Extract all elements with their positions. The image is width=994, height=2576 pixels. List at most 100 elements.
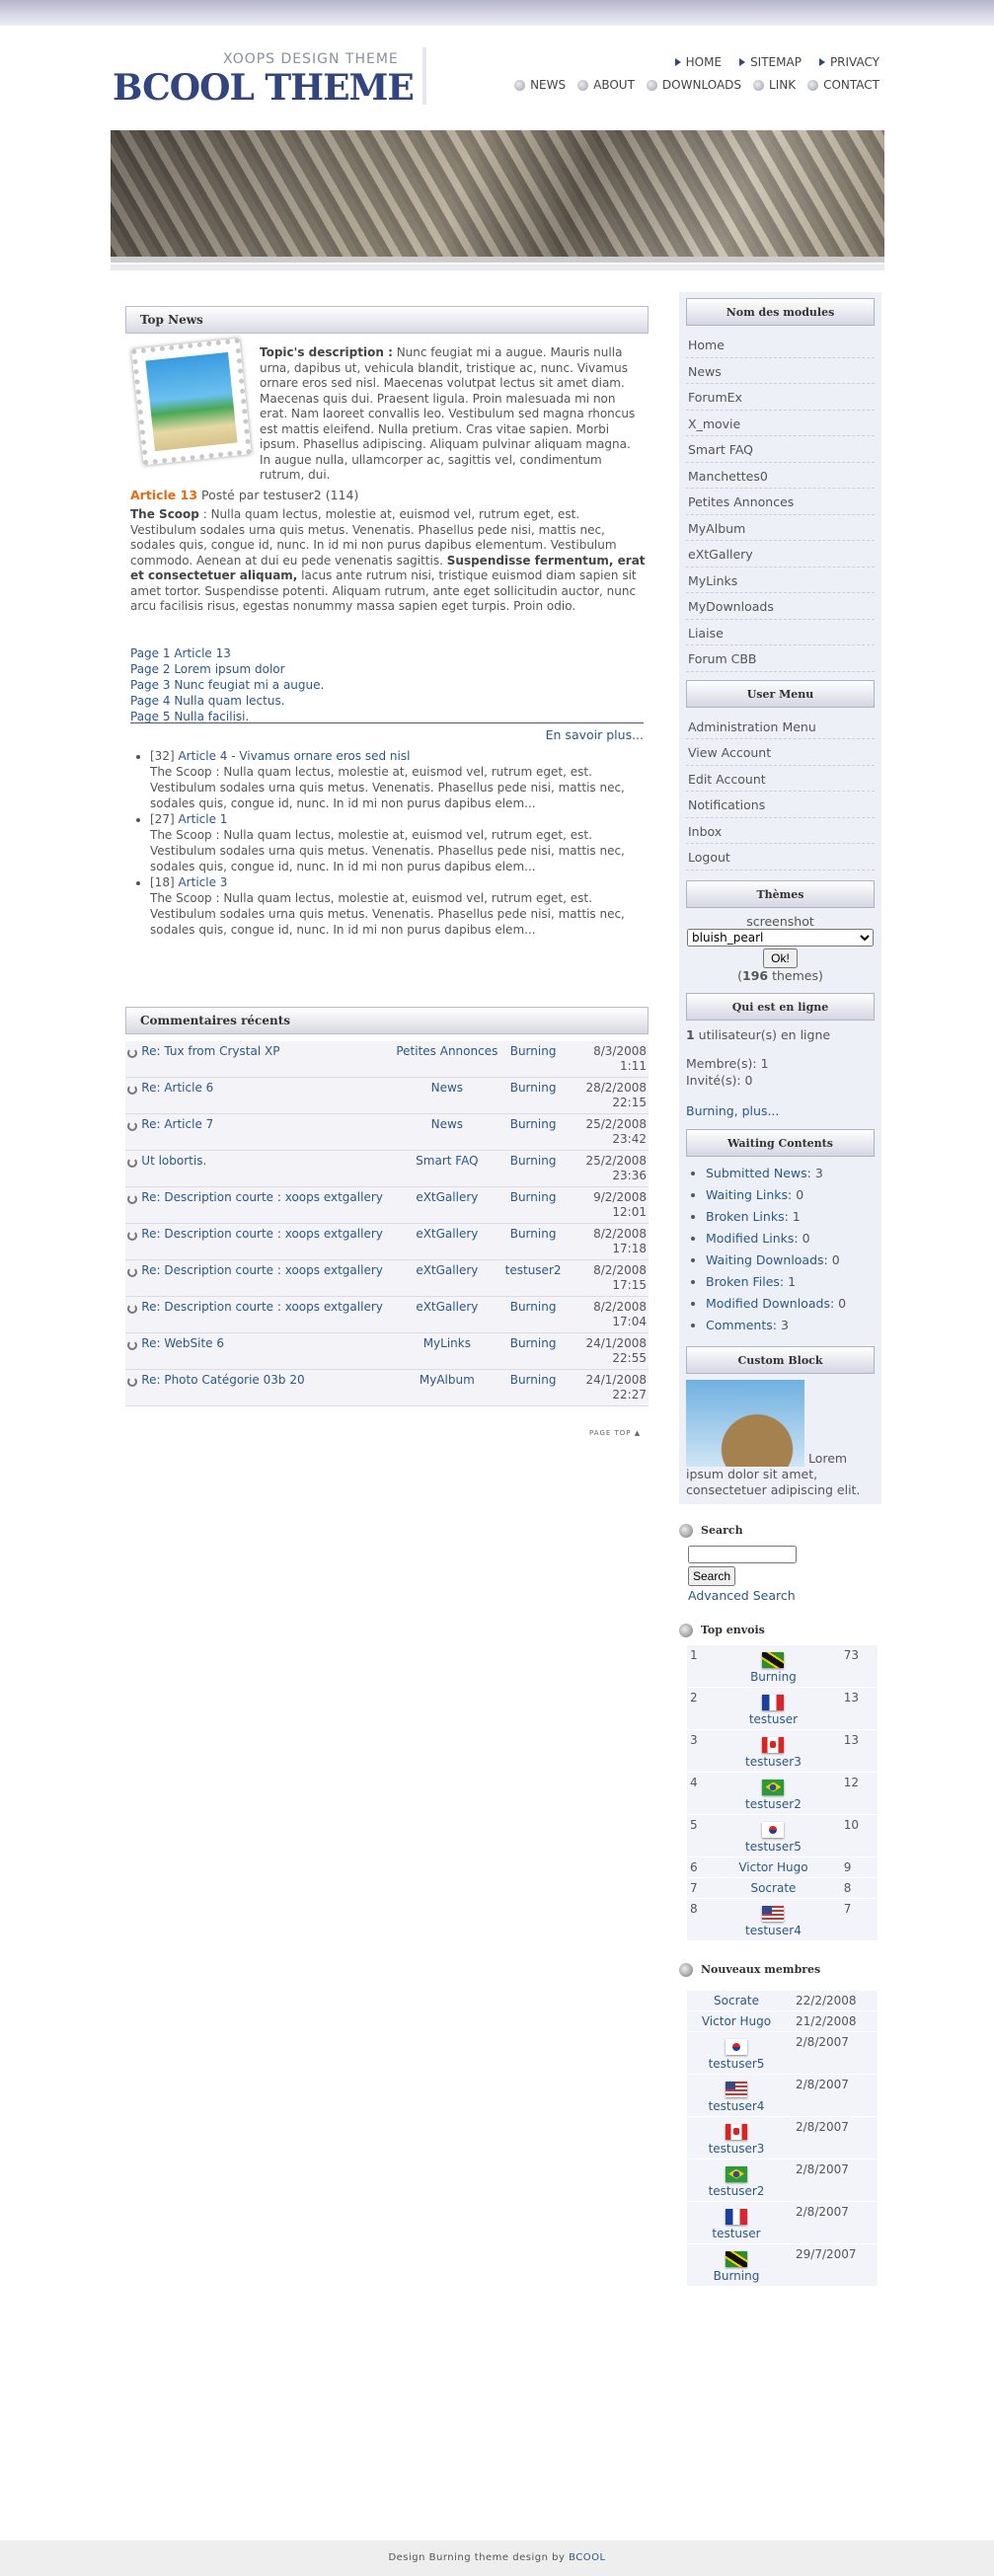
comment-module-link[interactable]: News <box>431 1117 463 1131</box>
comment-title-link[interactable]: Re: Article 6 <box>141 1081 213 1095</box>
user-menu-item-logout[interactable]: Logout <box>686 844 875 871</box>
sidebar-item-home[interactable]: Home <box>686 332 875 358</box>
comment-author-link[interactable]: Burning <box>510 1044 557 1058</box>
comment-author-link[interactable]: Burning <box>510 1373 557 1387</box>
user-menu-item-notifications[interactable]: Notifications <box>686 792 875 818</box>
comment-title-link[interactable]: Re: Tux from Crystal XP <box>141 1044 279 1058</box>
comment-title-link[interactable]: Re: Description courte : xoops extgaller… <box>141 1263 383 1277</box>
advanced-search-link[interactable]: Advanced Search <box>688 1588 796 1603</box>
waiting-link[interactable]: Submitted News: <box>706 1166 811 1180</box>
comment-module-link[interactable]: MyLinks <box>423 1336 471 1350</box>
user-menu-item-inbox[interactable]: Inbox <box>686 818 875 844</box>
sidebar-item-x-movie[interactable]: X_movie <box>686 411 875 436</box>
member-link[interactable]: Socrate <box>714 1994 759 2008</box>
sidebar-item-mylinks[interactable]: MyLinks <box>686 568 875 593</box>
page-link[interactable]: Page 2 Lorem ipsum dolor <box>130 662 285 676</box>
comment-module-link[interactable]: eXtGallery <box>416 1300 478 1314</box>
comment-module-link[interactable]: MyAlbum <box>420 1373 475 1387</box>
site-logo[interactable]: XOOPS DESIGN THEME BCOOL THEME <box>111 47 415 109</box>
read-more-link[interactable]: En savoir plus... <box>546 727 644 742</box>
waiting-link[interactable]: Broken Links: <box>706 1209 789 1224</box>
sidebar-item-petites-annonces[interactable]: Petites Annonces <box>686 489 875 515</box>
comment-title-link[interactable]: Re: Description courte : xoops extgaller… <box>141 1300 383 1314</box>
sidebar-item-manchettes0[interactable]: Manchettes0 <box>686 463 875 489</box>
theme-select[interactable]: bluish_pearl <box>687 928 874 947</box>
member-link[interactable]: testuser4 <box>709 2099 765 2113</box>
sidebar-item-forum-cbb[interactable]: Forum CBB <box>686 645 875 672</box>
search-button[interactable]: Search <box>688 1565 736 1586</box>
member-link[interactable]: testuser2 <box>709 2184 765 2198</box>
comment-author-link[interactable]: Burning <box>510 1081 557 1095</box>
poster-link[interactable]: Victor Hugo <box>738 1860 807 1874</box>
comment-author-link[interactable]: testuser2 <box>505 1263 562 1277</box>
comment-title-link[interactable]: Re: Description courte : xoops extgaller… <box>141 1190 383 1204</box>
sidebar-item-forumex[interactable]: ForumEx <box>686 384 875 411</box>
top-link-privacy[interactable]: PRIVACY <box>818 55 879 69</box>
nav-contact[interactable]: CONTACT <box>807 78 879 92</box>
user-menu-item-edit-account[interactable]: Edit Account <box>686 766 875 792</box>
comment-module-link[interactable]: eXtGallery <box>416 1190 478 1204</box>
sidebar-item-news[interactable]: News <box>686 358 875 384</box>
page-link[interactable]: Page 1 Article 13 <box>130 646 231 660</box>
top-link-sitemap[interactable]: SITEMAP <box>739 55 802 69</box>
comment-author-link[interactable]: Burning <box>510 1336 557 1350</box>
page-top-link[interactable]: PAGE TOP ▲ <box>589 1429 641 1437</box>
waiting-link[interactable]: Comments: <box>706 1318 777 1332</box>
article-link[interactable]: Article 1 <box>178 812 227 826</box>
user-menu-item-view-account[interactable]: View Account <box>686 739 875 766</box>
comment-title-link[interactable]: Ut lobortis. <box>141 1154 206 1168</box>
nav-downloads[interactable]: DOWNLOADS <box>646 78 741 92</box>
poster-link[interactable]: testuser3 <box>745 1755 802 1769</box>
member-link[interactable]: testuser5 <box>709 2057 765 2071</box>
comment-module-link[interactable]: Petites Annonces <box>396 1044 497 1058</box>
waiting-link[interactable]: Waiting Downloads: <box>706 1252 828 1267</box>
comment-title-link[interactable]: Re: WebSite 6 <box>141 1336 224 1350</box>
comment-title-link[interactable]: Re: Article 7 <box>141 1117 213 1131</box>
article-link[interactable]: Article 3 <box>178 875 227 889</box>
poster-link[interactable]: Burning <box>750 1670 797 1684</box>
article-title-link[interactable]: Article 13 <box>130 488 197 502</box>
poster-link[interactable]: testuser2 <box>745 1797 802 1811</box>
member-link[interactable]: Burning <box>714 2269 760 2283</box>
sidebar-item-mydownloads[interactable]: MyDownloads <box>686 593 875 620</box>
sidebar-item-liaise[interactable]: Liaise <box>686 620 875 645</box>
waiting-link[interactable]: Broken Files: <box>706 1274 784 1289</box>
waiting-link[interactable]: Modified Links: <box>706 1231 799 1246</box>
sidebar-item-myalbum[interactable]: MyAlbum <box>686 515 875 541</box>
nav-link[interactable]: LINK <box>753 78 796 92</box>
poster-link[interactable]: Socrate <box>750 1881 796 1895</box>
nav-about[interactable]: ABOUT <box>577 78 635 92</box>
poster-link[interactable]: testuser4 <box>745 1924 802 1937</box>
comment-author-link[interactable]: Burning <box>510 1154 557 1168</box>
user-menu-item-administration-menu[interactable]: Administration Menu <box>686 714 875 739</box>
sidebar-item-extgallery[interactable]: eXtGallery <box>686 541 875 568</box>
top-link-home[interactable]: HOME <box>674 55 722 69</box>
page-link[interactable]: Page 5 Nulla facilisi. <box>130 710 249 723</box>
poster-link[interactable]: testuser5 <box>745 1840 802 1854</box>
member-link[interactable]: testuser3 <box>709 2142 765 2156</box>
search-input[interactable] <box>688 1545 797 1563</box>
comment-author-link[interactable]: Burning <box>510 1190 557 1204</box>
comment-module-link[interactable]: eXtGallery <box>416 1263 478 1277</box>
poster-link[interactable]: testuser <box>749 1712 798 1726</box>
comment-author-link[interactable]: Burning <box>510 1300 557 1314</box>
nav-news[interactable]: NEWS <box>514 78 566 92</box>
sidebar-item-smart-faq[interactable]: Smart FAQ <box>686 436 875 463</box>
comment-module-link[interactable]: Smart FAQ <box>416 1154 478 1168</box>
article-link[interactable]: Article 4 - Vivamus ornare eros sed nisl <box>178 749 410 763</box>
comment-module-link[interactable]: eXtGallery <box>416 1227 478 1241</box>
waiting-link[interactable]: Waiting Links: <box>706 1187 792 1202</box>
comment-title-link[interactable]: Re: Description courte : xoops extgaller… <box>141 1227 383 1241</box>
comment-author-link[interactable]: Burning <box>510 1227 557 1241</box>
online-more-link[interactable]: Burning, plus... <box>686 1103 779 1118</box>
theme-ok-button[interactable]: Ok! <box>763 947 798 968</box>
page-link[interactable]: Page 4 Nulla quam lectus. <box>130 694 285 708</box>
comment-title-link[interactable]: Re: Photo Catégorie 03b 20 <box>141 1373 304 1387</box>
comment-author-link[interactable]: Burning <box>510 1117 557 1131</box>
member-link[interactable]: testuser <box>712 2227 760 2240</box>
footer-link[interactable]: BCOOL <box>569 2552 605 2563</box>
waiting-link[interactable]: Modified Downloads: <box>706 1296 834 1311</box>
comment-module-link[interactable]: News <box>431 1081 463 1095</box>
member-link[interactable]: Victor Hugo <box>702 2014 771 2028</box>
page-link[interactable]: Page 3 Nunc feugiat mi a augue. <box>130 678 324 692</box>
